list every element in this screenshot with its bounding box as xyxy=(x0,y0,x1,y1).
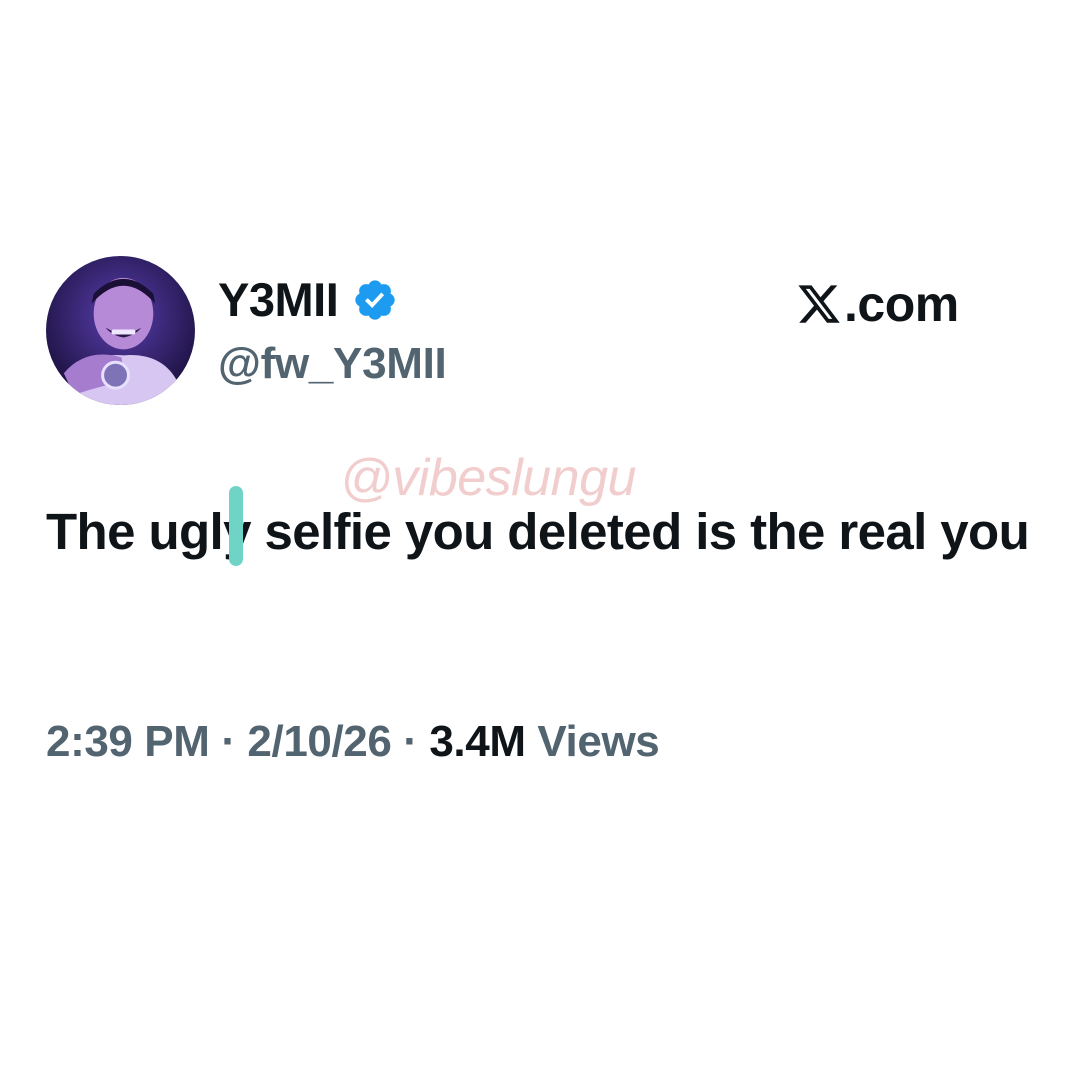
author-display-name[interactable]: Y3MII xyxy=(218,273,339,327)
text-cursor-marker xyxy=(229,486,243,566)
author-name-row[interactable]: Y3MII xyxy=(218,273,398,327)
tweet-text: The ugly selfie you deleted is the real … xyxy=(46,503,1030,560)
author-handle[interactable]: @fw_Y3MII xyxy=(218,338,447,390)
verified-badge-icon xyxy=(355,280,395,320)
avatar-image xyxy=(46,256,195,405)
brand-x-com: .com xyxy=(796,276,959,332)
views-label: Views xyxy=(537,717,660,766)
meta-separator: · xyxy=(403,717,418,766)
tweet-date[interactable]: 2/10/26 xyxy=(247,717,391,766)
meta-separator: · xyxy=(221,717,236,766)
avatar[interactable] xyxy=(46,256,195,405)
tweet-meta: 2:39 PM · 2/10/26 · 3.4M Views xyxy=(46,712,660,772)
tweet-time[interactable]: 2:39 PM xyxy=(46,717,210,766)
brand-domain-text: .com xyxy=(844,276,959,332)
x-logo-icon xyxy=(798,285,840,323)
views-count: 3.4M xyxy=(429,717,526,766)
